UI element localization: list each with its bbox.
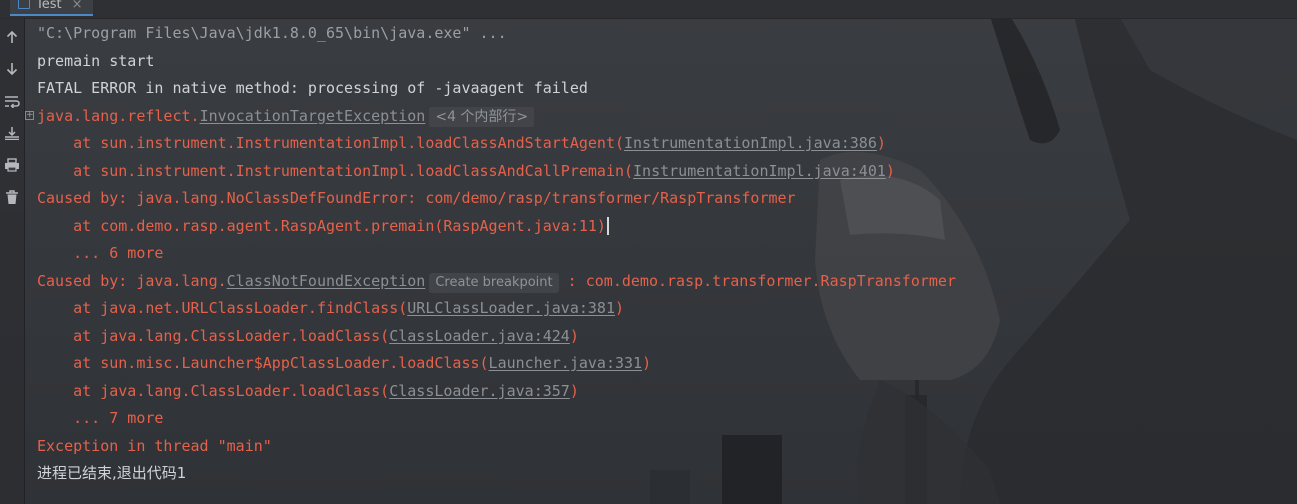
console-line: at com.demo.rasp.agent.RaspAgent.premain…: [37, 213, 1297, 241]
console-line: at sun.instrument.InstrumentationImpl.lo…: [37, 130, 1297, 158]
console-text: "C:\Program Files\Java\jdk1.8.0_65\bin\j…: [37, 24, 507, 42]
console-text: ): [614, 299, 625, 317]
source-link[interactable]: InstrumentationImpl.java:401: [633, 162, 886, 180]
arrow-up-icon[interactable]: [0, 26, 24, 48]
source-link[interactable]: ClassNotFoundException: [227, 272, 426, 290]
console-line: ... 7 more: [37, 405, 1297, 433]
trash-icon[interactable]: [0, 186, 24, 208]
console-text: ): [569, 381, 579, 400]
console-line: at java.net.URLClassLoader.findClass(URL…: [37, 295, 1297, 323]
console-text: Caused by: java.lang.: [37, 271, 227, 290]
console-toolbar: [0, 18, 25, 504]
console-text: 进程已结束,退出代码1: [37, 464, 187, 482]
console-line: at sun.instrument.InstrumentationImpl.lo…: [37, 158, 1297, 186]
source-link[interactable]: ClassLoader.java:357: [389, 382, 570, 400]
console-text: premain start: [37, 51, 155, 70]
console-text: at sun.misc.Launcher$AppClassLoader.load…: [37, 354, 489, 372]
source-link[interactable]: ClassLoader.java:424: [389, 327, 570, 345]
console-line: Exception in thread "main": [37, 433, 1297, 461]
console-text: FATAL ERROR in native method: processing…: [37, 79, 588, 97]
console-text: at com.demo.rasp.agent.RaspAgent.premain…: [37, 216, 606, 235]
console-text: ): [642, 354, 652, 372]
tab-test[interactable]: Test ×: [10, 0, 93, 16]
console-line: at sun.misc.Launcher$AppClassLoader.load…: [37, 350, 1297, 378]
run-console-window: Test × + "C:\Program Files\Java\jdk1.8.0…: [0, 0, 1297, 504]
console-text: ): [885, 161, 895, 180]
console-line: Caused by: java.lang.NoClassDefFoundErro…: [37, 185, 1297, 213]
run-config-icon: [18, 0, 30, 9]
console-line: at java.lang.ClassLoader.loadClass(Class…: [37, 323, 1297, 351]
source-link[interactable]: Launcher.java:331: [489, 354, 643, 372]
console-line: 进程已结束,退出代码1: [37, 460, 1297, 488]
source-link[interactable]: URLClassLoader.java:381: [407, 299, 615, 317]
console-line: "C:\Program Files\Java\jdk1.8.0_65\bin\j…: [37, 20, 1297, 48]
console-text: ): [569, 326, 579, 345]
soft-wrap-icon[interactable]: [0, 90, 24, 112]
console-line: at java.lang.ClassLoader.loadClass(Class…: [37, 378, 1297, 406]
console-text: ... 7 more: [37, 409, 164, 427]
console-line: java.lang.reflect.InvocationTargetExcept…: [37, 103, 1297, 131]
console-text: at sun.instrument.InstrumentationImpl.lo…: [37, 161, 634, 180]
create-breakpoint-hint[interactable]: Create breakpoint: [429, 272, 559, 293]
print-icon[interactable]: [0, 154, 24, 176]
text-caret: [606, 217, 609, 235]
tab-bar: Test ×: [0, 0, 1297, 19]
console-line: premain start: [37, 48, 1297, 76]
console-text: ): [876, 134, 886, 152]
console-text: ... 6 more: [37, 244, 164, 262]
console-text: java.lang.reflect.: [37, 106, 200, 125]
console-text: at java.lang.ClassLoader.loadClass(: [37, 381, 390, 400]
console-text: Exception in thread "main": [37, 436, 272, 455]
arrow-down-icon[interactable]: [0, 58, 24, 80]
console-text: : com.demo.rasp.transformer.RaspTransfor…: [558, 271, 956, 290]
scroll-to-end-icon[interactable]: [0, 122, 24, 144]
console-text: Caused by: java.lang.NoClassDefFoundErro…: [37, 189, 796, 207]
close-icon[interactable]: ×: [72, 0, 83, 12]
console-text: at java.lang.ClassLoader.loadClass(: [37, 326, 390, 345]
console-line: ... 6 more: [37, 240, 1297, 268]
console-text: at sun.instrument.InstrumentationImpl.lo…: [37, 134, 624, 152]
folded-lines-badge[interactable]: <4 个内部行>: [429, 106, 535, 127]
console-line: Caused by: java.lang.ClassNotFoundExcept…: [37, 268, 1297, 296]
source-link[interactable]: InstrumentationImpl.java:386: [624, 134, 877, 152]
console-output[interactable]: "C:\Program Files\Java\jdk1.8.0_65\bin\j…: [37, 20, 1297, 504]
console-text: at java.net.URLClassLoader.findClass(: [37, 299, 408, 317]
fold-expand-icon[interactable]: +: [25, 111, 34, 120]
tab-label: Test: [36, 0, 62, 12]
console-line: FATAL ERROR in native method: processing…: [37, 75, 1297, 103]
source-link[interactable]: InvocationTargetException: [200, 107, 426, 125]
